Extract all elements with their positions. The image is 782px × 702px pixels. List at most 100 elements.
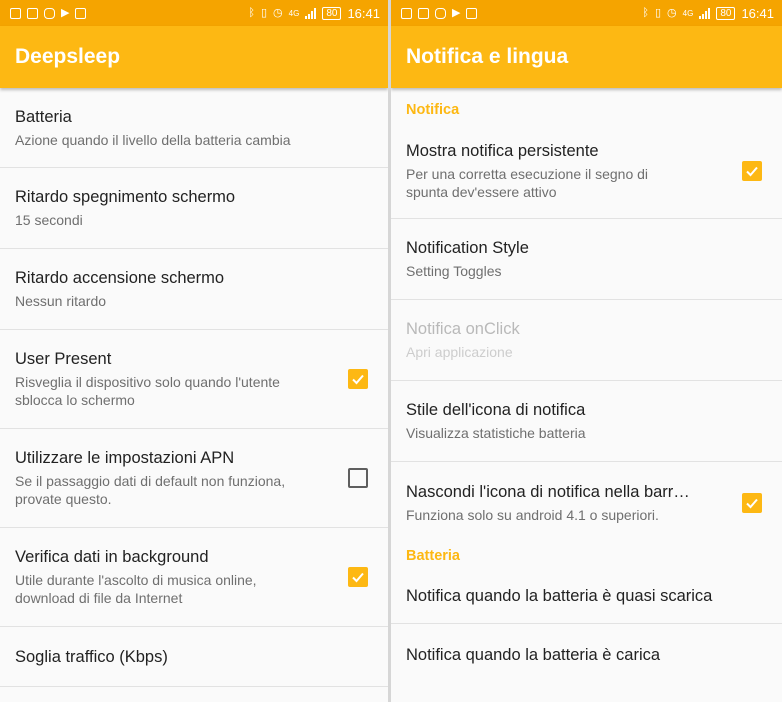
pref-title: Notification Style [406, 239, 529, 257]
signal-icon [699, 7, 711, 19]
summary-line: Se il passaggio dati di default non funz… [15, 473, 286, 489]
preference-list: Batteria Azione quando il livello della … [0, 88, 388, 687]
image-icon [75, 7, 87, 19]
network-type: 4G [288, 8, 300, 18]
pref-title: Ritardo spegnimento schermo [15, 188, 236, 206]
pref-summary: Per una corretta esecuzione il segno di … [406, 165, 648, 201]
pref-title: Verifica dati in background [15, 548, 209, 566]
pref-text: Stile dell'icona di notifica Visualizza … [406, 400, 586, 442]
pref-title: Notifica quando la batteria è carica [406, 646, 661, 664]
pref-text: Nascondi l'icona di notifica nella barr…… [406, 482, 690, 524]
pref-title: Mostra notifica persistente [406, 141, 599, 160]
pref-summary: Risveglia il dispositivo solo quando l'u… [15, 373, 280, 409]
summary-line: sblocca lo schermo [15, 392, 135, 408]
pref-summary: Utile durante l'ascolto di musica online… [15, 571, 257, 607]
pref-hide-notification-icon[interactable]: Nascondi l'icona di notifica nella barr…… [391, 462, 782, 543]
user-present-checkbox[interactable] [348, 369, 368, 389]
checkmark-icon [352, 374, 364, 385]
network-type: 4G [682, 8, 694, 18]
system-icons: ᛒ ▯ ◷ 4G 80 16:41 [248, 6, 380, 21]
pref-title: Nascondi l'icona di notifica nella barr… [406, 482, 690, 501]
apn-settings-checkbox[interactable] [348, 468, 368, 488]
checkmark-icon [746, 498, 758, 508]
pref-battery-low-notification[interactable]: Notifica quando la batteria è quasi scar… [391, 568, 782, 624]
pref-text: Notifica quando la batteria è quasi scar… [406, 586, 712, 606]
pref-text: Utilizzare le impostazioni APN Se il pas… [15, 448, 285, 508]
system-icons: ᛒ ▯ ◷ 4G 80 16:41 [642, 6, 774, 21]
pref-battery[interactable]: Batteria Azione quando il livello della … [0, 88, 388, 168]
pref-title: Notifica quando la batteria è quasi scar… [406, 586, 713, 605]
instagram-icon [435, 7, 446, 19]
pref-summary: 15 secondi [15, 212, 83, 228]
page-title: Deepsleep [15, 45, 121, 68]
clock: 16:41 [741, 5, 774, 21]
summary-line: Risveglia il dispositivo solo quando l'u… [15, 374, 280, 390]
battery-icon: 80 [716, 6, 736, 20]
pref-summary: Visualizza statistiche batteria [406, 425, 586, 441]
pref-title: User Present [15, 350, 112, 368]
pref-summary: Funziona solo su android 4.1 o superiori… [406, 506, 659, 523]
hide-notification-icon-checkbox[interactable] [742, 492, 762, 513]
persistent-notification-checkbox[interactable] [742, 160, 762, 181]
summary-line: Per una corretta esecuzione il segno di [406, 165, 649, 182]
pref-title: Utilizzare le impostazioni APN [15, 449, 235, 467]
battery-icon: 80 [322, 6, 342, 20]
pref-screen-on-delay[interactable]: Ritardo accensione schermo Nessun ritard… [0, 249, 388, 330]
vibrate-icon: ▯ [260, 6, 268, 19]
pref-text: Verifica dati in background Utile durant… [15, 547, 257, 607]
signal-icon [305, 7, 317, 19]
pref-apn-settings[interactable]: Utilizzare le impostazioni APN Se il pas… [0, 429, 388, 528]
message-icon [10, 7, 21, 19]
category-notification: Notifica [406, 102, 460, 118]
pref-summary: Setting Toggles [406, 263, 502, 279]
pref-text: Batteria Azione quando il livello della … [15, 107, 291, 149]
summary-line: spunta dev'essere attivo [406, 183, 557, 200]
notification-icons: ▶ [10, 6, 87, 19]
screens: ▶ ᛒ ▯ ◷ 4G 80 16:41 Deepsleep Batteria A… [0, 0, 782, 702]
message-icon [401, 7, 412, 19]
pref-text: User Present Risveglia il dispositivo so… [15, 349, 280, 409]
pref-notification-icon-style[interactable]: Stile dell'icona di notifica Visualizza … [391, 381, 782, 462]
app-bar: Deepsleep [0, 26, 388, 88]
play-store-icon: ▶ [61, 6, 70, 19]
clock: 16:41 [347, 5, 380, 21]
pref-title: Notifica onClick [406, 320, 520, 338]
status-bar: ▶ ᛒ ▯ ◷ 4G 80 16:41 [391, 0, 782, 26]
summary-line: provate questo. [15, 491, 112, 507]
bluetooth-icon: ᛒ [248, 6, 255, 19]
preference-list: Notifica Mostra notifica persistente Per… [391, 88, 782, 686]
summary-line: download di file da Internet [15, 590, 183, 606]
pref-text: Notifica onClick Apri applicazione [406, 319, 520, 361]
pref-background-data-check[interactable]: Verifica dati in background Utile durant… [0, 528, 388, 627]
pref-text: Notifica quando la batteria è carica [406, 645, 660, 665]
pref-text: Notification Style Setting Toggles [406, 238, 529, 280]
pref-title: Stile dell'icona di notifica [406, 401, 586, 419]
notification-icons: ▶ [401, 6, 478, 19]
pref-summary: Se il passaggio dati di default non funz… [15, 472, 285, 508]
image-icon [466, 7, 478, 19]
background-data-checkbox[interactable] [348, 567, 368, 587]
pref-user-present[interactable]: User Present Risveglia il dispositivo so… [0, 330, 388, 429]
calendar-icon [27, 7, 38, 19]
notification-language-screen: ▶ ᛒ ▯ ◷ 4G 80 16:41 Notifica e lingua No… [391, 0, 782, 702]
alarm-icon: ◷ [273, 6, 283, 19]
status-bar: ▶ ᛒ ▯ ◷ 4G 80 16:41 [0, 0, 388, 26]
pref-title: Soglia traffico (Kbps) [15, 647, 168, 666]
pref-notification-style[interactable]: Notification Style Setting Toggles [391, 219, 782, 300]
pref-persistent-notification[interactable]: Mostra notifica persistente Per una corr… [391, 123, 782, 219]
pref-battery-full-notification[interactable]: Notifica quando la batteria è carica [391, 624, 782, 686]
instagram-icon [44, 7, 55, 19]
page-title: Notifica e lingua [406, 45, 569, 68]
pref-title: Batteria [15, 107, 72, 126]
pref-text: Ritardo accensione schermo Nessun ritard… [15, 268, 224, 310]
pref-traffic-threshold[interactable]: Soglia traffico (Kbps) [0, 627, 388, 687]
pref-text: Soglia traffico (Kbps) [15, 647, 168, 667]
pref-text: Mostra notifica persistente Per una corr… [406, 141, 648, 201]
bluetooth-icon: ᛒ [642, 6, 649, 19]
pref-summary: Nessun ritardo [15, 293, 107, 309]
deepsleep-screen: ▶ ᛒ ▯ ◷ 4G 80 16:41 Deepsleep Batteria A… [0, 0, 388, 702]
play-store-icon: ▶ [452, 6, 461, 19]
alarm-icon: ◷ [667, 6, 677, 19]
checkmark-icon [746, 166, 758, 176]
pref-screen-off-delay[interactable]: Ritardo spegnimento schermo 15 secondi [0, 168, 388, 249]
